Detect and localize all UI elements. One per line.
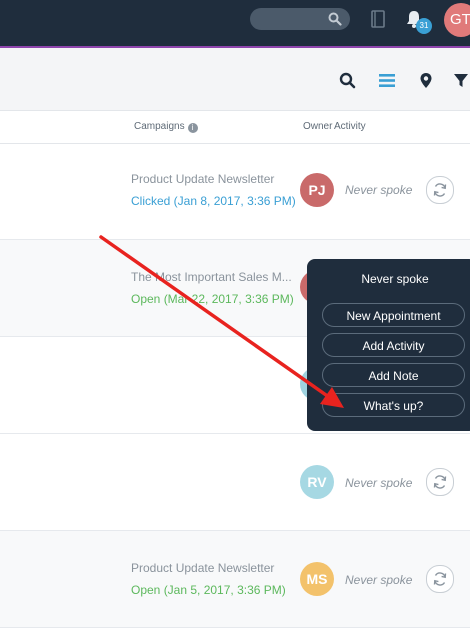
list-icon[interactable] [378,72,396,89]
activity-text: Never spoke [345,573,413,587]
campaign-status[interactable]: Open (Mar 22, 2017, 3:36 PM) [131,292,294,306]
refresh-icon [433,572,447,586]
top-navbar: 31 GT [0,0,470,48]
campaign-title: Product Update Newsletter [131,172,275,186]
table-row[interactable]: RV Never spoke [0,434,470,531]
add-activity-button[interactable]: Add Activity [322,333,465,357]
filter-icon[interactable] [453,72,469,89]
refresh-activity-button[interactable] [426,176,454,204]
book-icon[interactable] [371,10,385,28]
notification-count-badge: 31 [416,18,432,34]
refresh-activity-button[interactable] [426,468,454,496]
refresh-icon [433,475,447,489]
popover-title: Never spoke [361,272,429,286]
campaign-status[interactable]: Open (Jan 5, 2017, 3:36 PM) [131,583,286,597]
owner-avatar[interactable]: RV [300,465,334,499]
add-note-button[interactable]: Add Note [322,363,465,387]
campaigns-column-header[interactable]: Campaigns i [134,121,198,133]
refresh-activity-button[interactable] [426,565,454,593]
whats-up-button[interactable]: What's up? [322,393,465,417]
activity-popover: Never spoke New Appointment Add Activity… [307,259,470,431]
global-search-input[interactable] [250,8,350,30]
campaign-title: The Most Important Sales M... [131,270,292,284]
map-pin-icon[interactable] [419,72,433,89]
list-toolbar [0,48,470,111]
search-icon[interactable] [339,72,356,89]
user-avatar[interactable]: GT [444,3,470,37]
campaign-title: Product Update Newsletter [131,561,275,575]
owner-avatar[interactable]: MS [300,562,334,596]
refresh-icon [433,183,447,197]
table-row[interactable]: Product Update Newsletter Clicked (Jan 8… [0,143,470,240]
table-row[interactable]: Product Update Newsletter Open (Jan 5, 2… [0,531,470,628]
info-icon[interactable]: i [187,123,198,133]
activity-text: Never spoke [345,183,413,197]
owner-column-header[interactable]: Owner [303,121,332,132]
activity-column-header[interactable]: Activity [334,121,366,132]
new-appointment-button[interactable]: New Appointment [322,303,465,327]
owner-avatar[interactable]: PJ [300,173,334,207]
table-header: Campaigns i Owner Activity [0,111,470,144]
campaigns-header-label: Campaigns [134,121,185,132]
activity-text: Never spoke [345,476,413,490]
campaign-status[interactable]: Clicked (Jan 8, 2017, 3:36 PM) [131,194,296,208]
search-icon [328,12,342,26]
